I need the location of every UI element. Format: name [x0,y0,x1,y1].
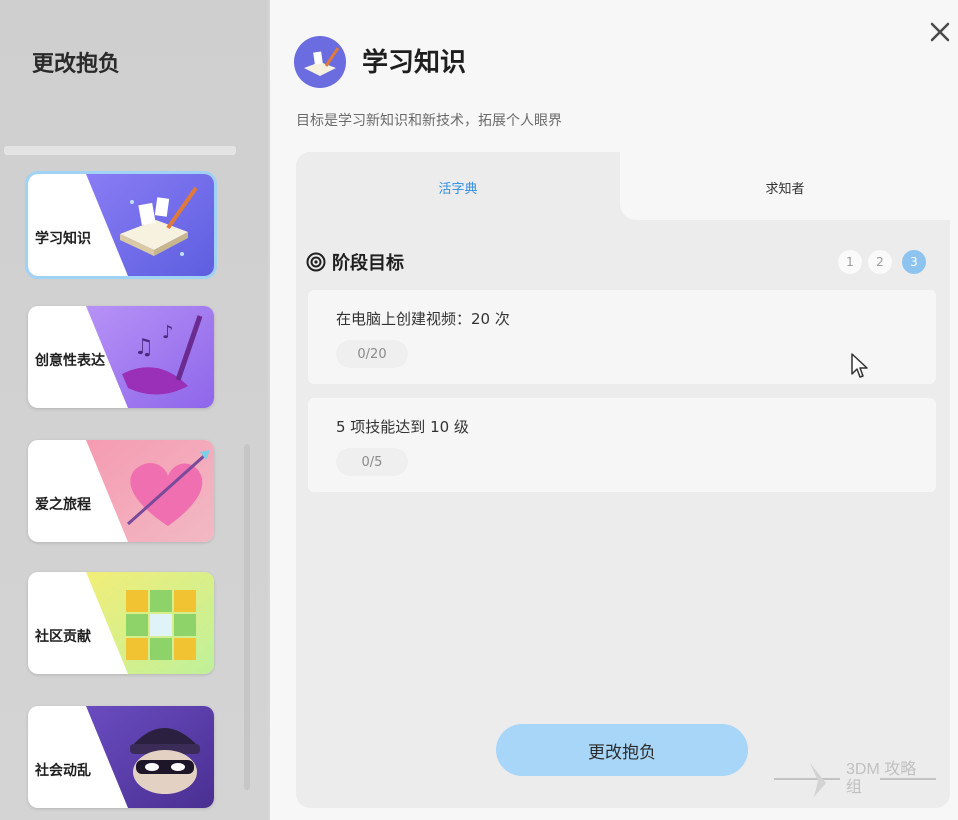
page-title: 学习知识 [362,48,467,78]
watermark-text: 3DM 攻略组 [846,761,917,796]
goal-card: 5 项技能达到 10 级 0/5 [308,398,936,492]
close-button[interactable] [924,16,956,48]
change-aspiration-button[interactable]: 更改抱负 [496,724,748,776]
puzzle-blocks-icon [86,572,214,674]
aspiration-content: 活字典 求知者 阶段目标 1 2 3 在电脑上创建视频：20 次 0/20 5 … [296,152,950,808]
card-label: 爱之旅程 [35,497,91,513]
goal-progress: 0/20 [336,340,408,368]
close-icon [930,22,950,42]
aspiration-card-learning[interactable]: 学习知识 [25,171,217,279]
sidebar-scrollbar[interactable] [244,444,250,790]
book-icon [294,36,346,88]
sidebar: 更改抱负 学习知识 ♫ ♪ 创意性表达 爱之旅程 社区贡献 社会动乱 [0,0,268,820]
svg-text:♫: ♫ [134,335,154,360]
aspiration-detail-panel: 学习知识 目标是学习新知识和新技术，拓展个人眼界 活字典 求知者 阶段目标 1 … [270,0,958,820]
sidebar-divider [4,146,236,155]
card-label: 学习知识 [35,231,91,247]
aspiration-card-mischief[interactable]: 社会动乱 [28,706,214,808]
tab-knowledge-seeker[interactable]: 求知者 [620,152,950,220]
sidebar-title: 更改抱负 [32,52,121,77]
goal-progress: 0/5 [336,448,408,476]
stage-step-2[interactable]: 2 [868,250,892,274]
goal-text: 在电脑上创建视频：20 次 [336,310,510,328]
masked-thief-icon [86,706,214,808]
aspiration-card-community[interactable]: 社区贡献 [28,572,214,674]
card-label: 创意性表达 [35,353,105,369]
card-label: 社会动乱 [35,763,91,779]
heart-arrow-icon [86,440,214,542]
card-label: 社区贡献 [35,629,91,645]
stage-header: 阶段目标 1 2 3 [306,248,938,278]
target-icon [306,252,326,272]
watermark-logo: 3DM 攻略组 [770,755,940,805]
goal-card: 在电脑上创建视频：20 次 0/20 [308,290,936,384]
svg-text:♪: ♪ [162,322,174,343]
page-subtitle: 目标是学习新知识和新技术，拓展个人眼界 [296,113,562,129]
book-quill-icon [86,174,214,276]
stage-title: 阶段目标 [332,253,404,274]
aspiration-card-love[interactable]: 爱之旅程 [28,440,214,542]
tab-walking-dictionary[interactable]: 活字典 [296,152,620,222]
mouse-cursor-icon [851,353,868,378]
aspiration-card-creativity[interactable]: ♫ ♪ 创意性表达 [28,306,214,408]
goal-text: 5 项技能达到 10 级 [336,418,469,436]
stage-step-3[interactable]: 3 [902,250,926,274]
stage-step-1[interactable]: 1 [838,250,862,274]
